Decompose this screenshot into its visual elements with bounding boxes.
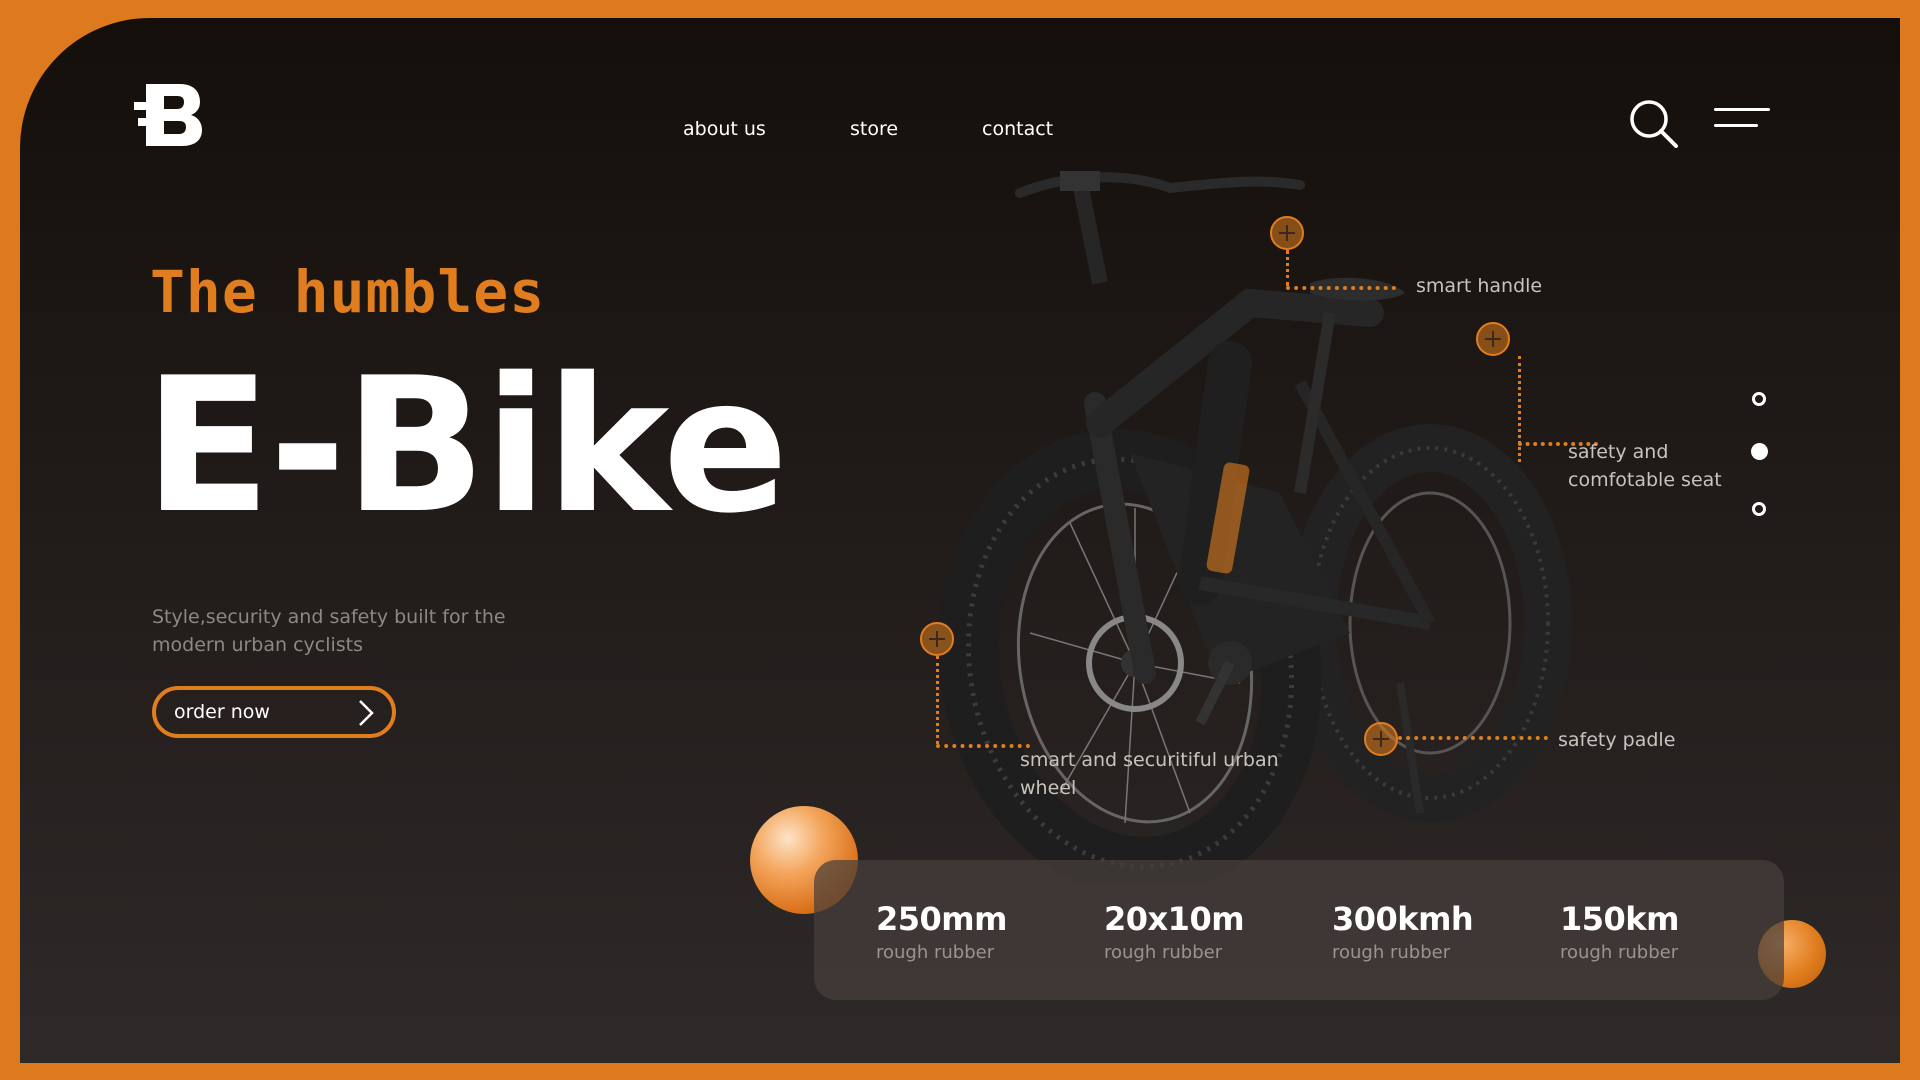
order-now-button[interactable]: order now bbox=[152, 686, 396, 738]
spec-item: 20x10m rough rubber bbox=[1104, 900, 1284, 963]
spec-item: 250mm rough rubber bbox=[876, 900, 1056, 963]
hotspot-pedal[interactable] bbox=[1364, 722, 1398, 756]
spec-caption: rough rubber bbox=[1104, 942, 1223, 963]
slider-dot-2-active[interactable] bbox=[1751, 443, 1768, 460]
callout-wheel: smart and securitiful urban wheel bbox=[1020, 749, 1279, 799]
spec-value: 300kmh bbox=[1332, 900, 1474, 938]
b-logo-icon[interactable] bbox=[134, 82, 204, 148]
hamburger-menu-icon[interactable] bbox=[1714, 106, 1772, 136]
callout-seat: safety and comfotable seat bbox=[1568, 441, 1722, 491]
spec-value: 250mm bbox=[876, 900, 1007, 938]
spec-item: 300kmh rough rubber bbox=[1332, 900, 1512, 963]
nav-about-us[interactable]: about us bbox=[683, 118, 766, 140]
slider-dot-3[interactable] bbox=[1752, 502, 1766, 516]
hotspot-wheel[interactable] bbox=[920, 622, 954, 656]
hotspot-handle[interactable] bbox=[1270, 216, 1304, 250]
connector-handle-h bbox=[1286, 286, 1396, 290]
order-now-label: order now bbox=[174, 701, 270, 723]
chevron-right-icon bbox=[359, 700, 374, 726]
connector-wheel-v bbox=[936, 656, 939, 744]
hero-subtitle: Style,security and safety built for the … bbox=[152, 606, 506, 656]
connector-seat-v bbox=[1518, 356, 1521, 462]
search-icon[interactable] bbox=[1628, 98, 1682, 152]
hero-tagline: The humbles bbox=[150, 258, 546, 326]
hotspot-seat[interactable] bbox=[1476, 322, 1510, 356]
slider-dot-1[interactable] bbox=[1752, 392, 1766, 406]
hero-title: E-Bike bbox=[144, 337, 789, 554]
spec-item: 150km rough rubber bbox=[1560, 900, 1740, 963]
connector-pedal-h bbox=[1398, 736, 1548, 740]
spec-caption: rough rubber bbox=[1332, 942, 1451, 963]
spec-value: 20x10m bbox=[1104, 900, 1245, 938]
callout-safety-padle: safety padle bbox=[1558, 729, 1676, 751]
hero-frame: about us store contact The humbles E-Bik… bbox=[20, 18, 1900, 1063]
callout-smart-handle: smart handle bbox=[1416, 275, 1543, 297]
spec-caption: rough rubber bbox=[1560, 942, 1679, 963]
nav-contact[interactable]: contact bbox=[982, 118, 1053, 140]
connector-handle-v bbox=[1286, 250, 1289, 286]
connector-wheel-h bbox=[936, 744, 1030, 748]
specs-panel: 250mm rough rubber 20x10m rough rubber 3… bbox=[814, 860, 1784, 1000]
nav-store[interactable]: store bbox=[850, 118, 898, 140]
spec-value: 150km bbox=[1560, 900, 1679, 938]
spec-caption: rough rubber bbox=[876, 942, 995, 963]
